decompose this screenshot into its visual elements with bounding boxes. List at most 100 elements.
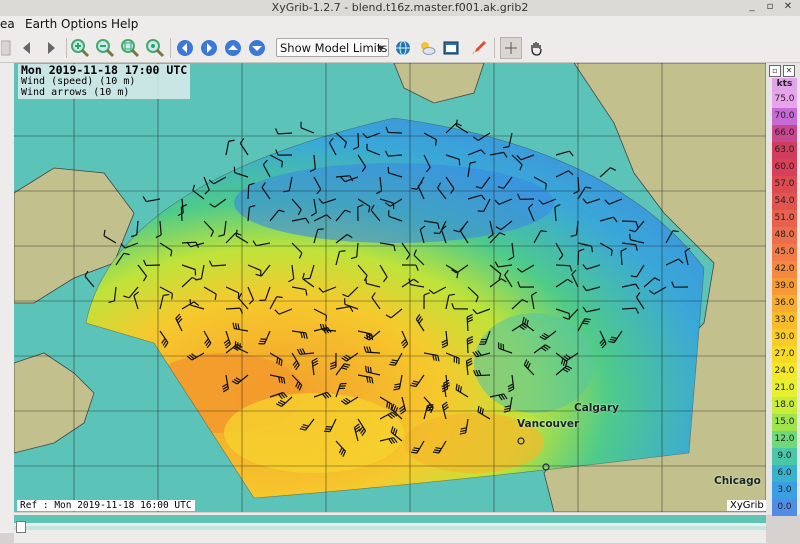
wind-barb-feather bbox=[591, 246, 594, 253]
legend-value: 21.0 bbox=[772, 380, 797, 397]
select-tool-icon[interactable] bbox=[500, 37, 522, 59]
wind-barb bbox=[621, 307, 637, 310]
menu-item-earth[interactable]: Earth bbox=[25, 17, 57, 31]
color-legend: ▫ ✕ kts 75.0 70.0 66.0 63.0 60.0 57.0 54.0 51.0… bbox=[766, 63, 800, 516]
model-limits-value: Show Model Limits bbox=[280, 41, 388, 55]
wind-barb-feather bbox=[189, 299, 192, 306]
legend-value: 60.0 bbox=[772, 159, 797, 176]
forecast-datetime: Mon 2019-11-18 17:00 UTC bbox=[21, 63, 188, 77]
legend-value: 42.0 bbox=[772, 261, 797, 278]
wind-barb bbox=[357, 132, 360, 148]
close-button[interactable]: ✕ bbox=[780, 0, 796, 14]
left-panel bbox=[0, 63, 14, 533]
legend-value: 15.0 bbox=[772, 414, 797, 431]
wind-barb-feather bbox=[325, 315, 328, 322]
menu-item-area[interactable]: ea bbox=[0, 17, 15, 31]
city-label-vancouver: Vancouver bbox=[517, 418, 580, 430]
brand-label: XyGrib bbox=[727, 500, 767, 511]
wind-barb-feather bbox=[339, 250, 346, 253]
wind-barb bbox=[577, 250, 580, 266]
wind-barb-feather bbox=[544, 183, 547, 190]
legend-value: 70.0 bbox=[772, 108, 797, 125]
wind-barb bbox=[181, 241, 197, 244]
legend-value: 48.0 bbox=[772, 227, 797, 244]
wind-barb-feather bbox=[434, 139, 437, 146]
menu-item-help[interactable]: Help bbox=[111, 17, 138, 31]
wind-barb-feather bbox=[628, 233, 631, 240]
model-limits-select[interactable]: Show Model Limits ▼ bbox=[276, 38, 389, 57]
globe-icon[interactable] bbox=[392, 37, 414, 59]
toolbar bbox=[0, 34, 800, 63]
wind-barb-feather bbox=[389, 363, 396, 366]
map-view[interactable]: Calgary Vancouver Chicago bbox=[14, 63, 766, 512]
toolbar-clipped-button[interactable] bbox=[0, 37, 12, 59]
layer-label-wind-arrows: Wind arrows (10 m) bbox=[21, 87, 130, 98]
back-arrow-icon[interactable] bbox=[16, 37, 38, 59]
city-label-calgary: Calgary bbox=[574, 402, 620, 414]
wind-barb-feather bbox=[540, 230, 547, 233]
legend-value: 51.0 bbox=[772, 210, 797, 227]
legend-close-icon[interactable]: ✕ bbox=[783, 65, 795, 77]
legend-value: 0.0 bbox=[772, 499, 797, 516]
legend-float-icon[interactable]: ▫ bbox=[769, 65, 781, 77]
wind-barb-feather bbox=[584, 318, 591, 321]
minimize-button[interactable]: _ bbox=[744, 0, 760, 14]
grib-window-icon[interactable] bbox=[440, 37, 462, 59]
wind-barb-feather bbox=[163, 293, 170, 296]
wind-barb-feather bbox=[583, 320, 590, 323]
weather-icon[interactable] bbox=[416, 37, 438, 59]
wind-barb-feather bbox=[281, 161, 284, 168]
legend-value: 30.0 bbox=[772, 329, 797, 346]
zoom-out-icon[interactable] bbox=[94, 37, 116, 59]
menu-item-options[interactable]: Options bbox=[61, 17, 107, 31]
legend-value: 63.0 bbox=[772, 142, 797, 159]
menu-bar: ea Earth Options Help bbox=[0, 16, 800, 34]
pan-down-icon[interactable] bbox=[246, 37, 268, 59]
pan-right-icon[interactable] bbox=[198, 37, 220, 59]
legend-value: 12.0 bbox=[772, 431, 797, 448]
wind-barb bbox=[277, 132, 293, 135]
wind-barb-feather bbox=[427, 404, 434, 407]
legend-value: 57.0 bbox=[772, 176, 797, 193]
wind-barb-feather bbox=[317, 228, 324, 231]
legend-value: 33.0 bbox=[772, 312, 797, 329]
wind-barb-feather bbox=[672, 230, 679, 233]
legend-value: 36.0 bbox=[772, 295, 797, 312]
pan-left-icon[interactable] bbox=[174, 37, 196, 59]
wind-barb-feather bbox=[610, 249, 613, 256]
wind-barb-feather bbox=[364, 365, 367, 372]
hand-tool-icon[interactable] bbox=[525, 37, 547, 59]
legend-value: 6.0 bbox=[772, 465, 797, 482]
legend-value: 18.0 bbox=[772, 397, 797, 414]
wind-barb-feather bbox=[369, 366, 372, 374]
zoom-in-icon[interactable] bbox=[69, 37, 91, 59]
rocket-icon[interactable] bbox=[468, 37, 490, 59]
time-slider-groove bbox=[14, 526, 766, 530]
wind-barb-feather bbox=[477, 210, 484, 213]
forward-arrow-icon[interactable] bbox=[40, 37, 62, 59]
zoom-fit-icon[interactable] bbox=[119, 37, 141, 59]
legend-unit: kts bbox=[772, 78, 797, 91]
wind-barb-feather bbox=[411, 187, 418, 190]
wind-barb-feather bbox=[391, 359, 398, 362]
window-title: XyGrib-1.2.7 - blend.t16z.master.f001.ak… bbox=[271, 1, 529, 14]
wind-barb-feather bbox=[426, 409, 433, 411]
restore-button[interactable]: ▫ bbox=[762, 0, 778, 14]
time-slider-handle[interactable] bbox=[16, 521, 26, 533]
legend-value: 66.0 bbox=[772, 125, 797, 142]
pan-up-icon[interactable] bbox=[222, 37, 244, 59]
wind-barb bbox=[145, 264, 161, 267]
wind-barb-feather bbox=[171, 293, 173, 300]
wind-barb bbox=[180, 206, 183, 222]
wind-barb-feather bbox=[426, 406, 433, 409]
wind-barb bbox=[621, 220, 637, 223]
time-slider-track[interactable] bbox=[14, 515, 766, 523]
chevron-down-icon: ▼ bbox=[377, 44, 384, 53]
legend-value: 3.0 bbox=[772, 482, 797, 499]
time-slider-panel bbox=[14, 513, 766, 543]
wind-barb-feather bbox=[276, 296, 283, 299]
zoom-all-icon[interactable] bbox=[144, 37, 166, 59]
city-label-chicago: Chicago bbox=[714, 475, 761, 487]
layer-label-wind-speed: Wind (speed) (10 m) bbox=[21, 76, 136, 87]
legend-value: 9.0 bbox=[772, 448, 797, 465]
